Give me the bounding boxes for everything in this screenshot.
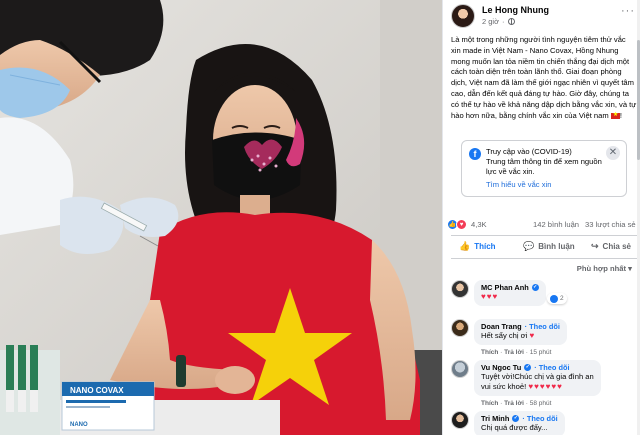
comment-count[interactable]: 142 bình luận [533,220,579,229]
comment-meta: Thích · Trả lời · 58 phút [481,400,552,407]
comment-time[interactable]: 58 phút [530,400,552,407]
comment-reply-link[interactable]: Trả lời [504,400,524,407]
box-brand-label: NANO COVAX [70,386,124,395]
post-actions: 👍 Thích 💬 Bình luận ↪ Chia sẻ [451,235,637,259]
close-button[interactable]: ✕ [606,146,620,160]
nano-covax-box: NANO COVAX NANO [61,381,155,431]
commenter-avatar[interactable] [451,411,469,429]
post-photo[interactable]: NANO COVAX NANO [0,0,442,435]
post-sidebar: Le Hong Nhung 2 giờ · ··· Là một trong n… [442,0,640,435]
commenter-name[interactable]: Vu Ngoc Tu [481,363,521,372]
commenter-name[interactable]: Tri Minh [481,414,509,423]
like-mini-icon [550,294,558,303]
love-reaction-icon: ♥ [456,219,467,230]
comment-reaction-count: 2 [560,295,564,302]
author-name[interactable]: Le Hong Nhung [482,5,549,15]
comment-label: Bình luận [538,242,575,251]
comment-reply-link[interactable]: Trả lời [504,349,524,356]
comment-bubble: Vu Ngoc Tu ✓ · Theo dõi Tuyệt vời!Chúc c… [474,360,601,396]
comment-reaction-badge[interactable]: 2 [547,293,567,304]
like-button[interactable]: 👍 Thích [459,241,496,252]
comment-text: Chị quá được đấy... [481,423,548,432]
comment-hearts: ♥♥♥ [481,292,499,301]
like-label: Thích [474,242,496,251]
commenter-avatar[interactable] [451,280,469,298]
commenter-name[interactable]: MC Phan Anh [481,283,529,292]
post-caption: Là một trong những người tình nguyện tiê… [451,35,637,121]
thumbs-up-icon: 👍 [459,241,471,251]
covid-box-title: Truy cập vào (COVID-19) [486,147,572,156]
covid-box-description: Trung tâm thông tin để xem nguồn lực về … [486,157,602,176]
covid-info-box: f Truy cập vào (COVID-19) Trung tâm thôn… [461,140,627,197]
verified-badge-icon: ✓ [531,284,539,291]
post-meta: 2 giờ · [482,17,515,26]
vaccination-photo: NANO COVAX NANO [0,0,442,435]
verified-badge-icon: ✓ [524,364,532,371]
share-icon: ↪ [591,241,599,251]
commenter-avatar[interactable] [451,360,469,378]
vietnam-flag-icon [610,110,620,120]
commenter-avatar[interactable] [451,319,469,337]
globe-icon [507,18,515,25]
post-stats: 👍 ♥ 4,3K 142 bình luận 33 lượt chia sẻ [447,218,640,232]
reaction-count[interactable]: 4,3K [471,220,487,229]
comment-filter-dropdown[interactable]: Phù hợp nhất ▾ [577,264,632,273]
follow-link[interactable]: · Theo dõi [525,322,560,331]
share-button[interactable]: ↪ Chia sẻ [591,241,632,252]
comment-time[interactable]: 15 phút [530,349,552,356]
post-time[interactable]: 2 giờ [482,17,499,26]
comment-text: Tuyệt vời!Chúc chị và gia đình an [481,372,594,381]
share-count[interactable]: 33 lượt chia sẻ [585,220,636,229]
vaccine-info-link[interactable]: Tìm hiểu về vắc xin [486,180,551,189]
comment-icon: 💬 [523,241,535,251]
box-sub-label: NANO [70,422,88,428]
author-avatar[interactable] [451,4,475,28]
facebook-icon: f [469,148,481,160]
verified-badge-icon: ✓ [512,415,520,422]
follow-link[interactable]: · Theo dõi [522,414,557,423]
comment-bubble: Doan Trang · Theo dõi Hết sẩy chị ơi ♥ [474,319,567,345]
comment-hearts: ♥ [529,331,536,340]
comment-hearts: ♥♥♥♥♥♥ [528,382,563,391]
post-text: Là một trong những người tình nguyện tiê… [451,35,637,120]
share-label: Chia sẻ [602,242,632,251]
post-header: Le Hong Nhung 2 giờ · ··· [451,4,637,30]
comment-like-link[interactable]: Thích [481,349,498,356]
commenter-name[interactable]: Doan Trang [481,322,522,331]
comment-like-link[interactable]: Thích [481,400,498,407]
follow-link[interactable]: · Theo dõi [534,363,569,372]
comment-text-continued: vui sức khoẻ! [481,382,527,391]
comment-bubble: MC Phan Anh ✓ ♥♥♥ [474,280,546,306]
more-options-icon[interactable]: ··· [621,6,635,17]
comment-bubble: Tri Minh ✓ · Theo dõi Chị quá được đấy..… [474,411,565,435]
comment-text: Hết sẩy chị ơi [481,331,528,340]
comment-meta: Thích · Trả lời · 15 phút [481,349,552,356]
